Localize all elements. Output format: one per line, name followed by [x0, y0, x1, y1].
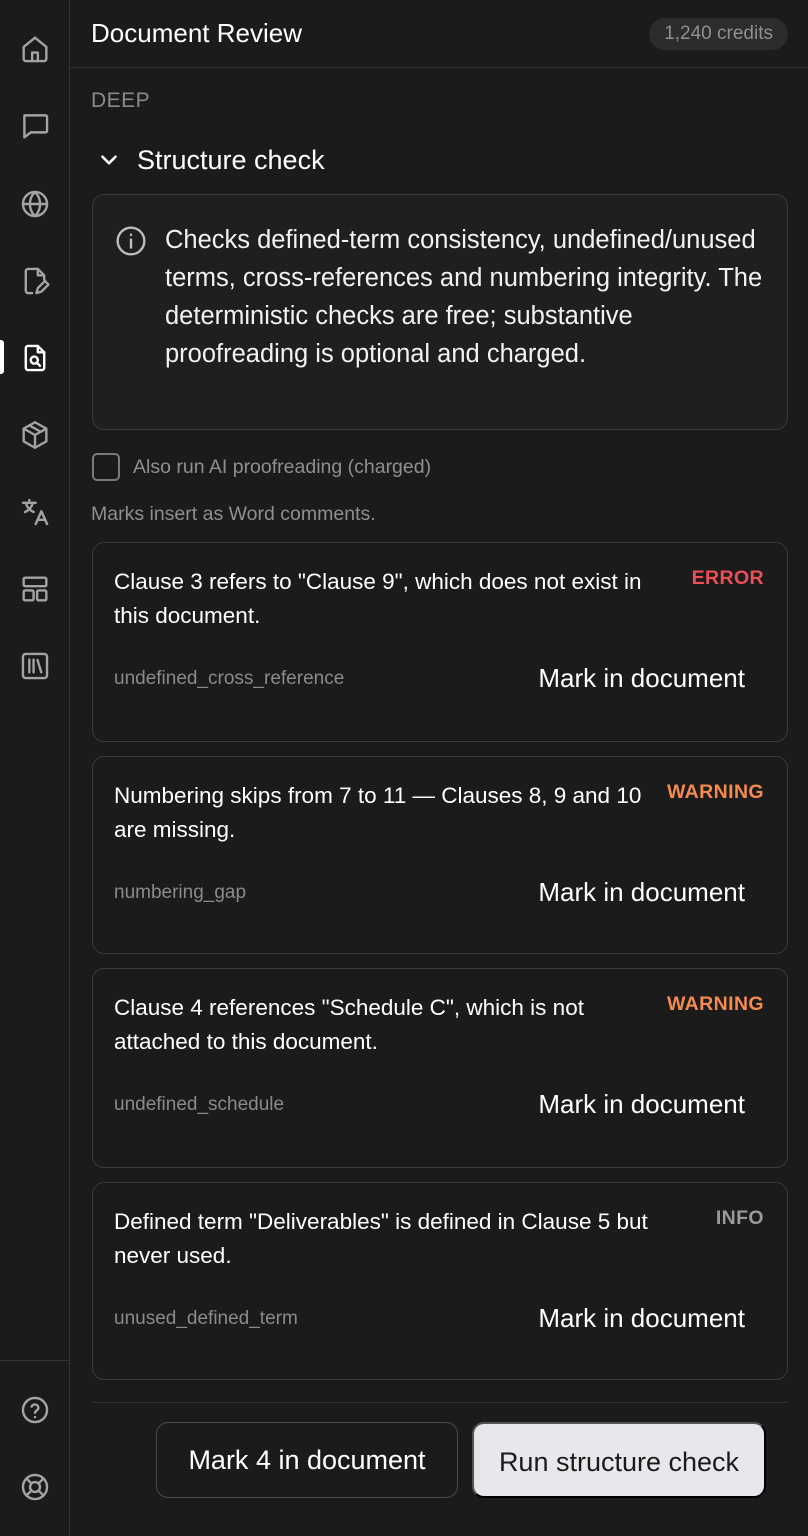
nav-home[interactable] [10, 24, 60, 74]
info-icon [115, 225, 147, 257]
finding-card: Clause 3 refers to "Clause 9", which doe… [92, 542, 788, 742]
run-structure-check-button[interactable]: Run structure check [472, 1422, 766, 1498]
structure-check-toggle[interactable]: Structure check [96, 140, 325, 180]
finding-message: Clause 4 references "Schedule C", which … [114, 995, 584, 1054]
library-icon [21, 652, 49, 680]
nav-draft[interactable] [10, 256, 60, 306]
header: Document Review 1,240 credits [70, 0, 808, 68]
mark-in-document-button[interactable]: Mark in document [538, 663, 745, 694]
chat-icon [23, 114, 49, 139]
ai-proofreading-option[interactable]: Also run AI proofreading (charged) [92, 451, 431, 483]
finding-message: Clause 3 refers to "Clause 9", which doe… [114, 569, 642, 628]
finding-message: Defined term "Deliverables" is defined i… [114, 1209, 648, 1268]
finding-code: numbering_gap [114, 882, 247, 903]
active-indicator [0, 340, 4, 374]
layout-icon [22, 576, 48, 602]
finding-code: undefined_cross_reference [114, 668, 345, 689]
section-title: Structure check [137, 144, 325, 175]
mark-in-document-button[interactable]: Mark in document [538, 1089, 745, 1120]
finding-card: Clause 4 references "Schedule C", which … [92, 968, 788, 1168]
chevron-down-icon [101, 155, 117, 165]
document-search-icon [24, 344, 46, 372]
document-edit-icon [24, 267, 50, 295]
severity-badge: WARNING [666, 781, 764, 803]
support-icon [21, 1473, 49, 1501]
finding-card: Defined term "Deliverables" is defined i… [92, 1182, 788, 1380]
marks-note: Marks insert as Word comments. [91, 503, 376, 525]
finding-message: Numbering skips from 7 to 11 — Clauses 8… [114, 783, 642, 842]
severity-badge: WARNING [666, 993, 764, 1015]
main-panel: Document Review 1,240 credits DEEP Struc… [70, 0, 808, 1536]
nav-web[interactable] [10, 179, 60, 229]
severity-badge: ERROR [691, 567, 764, 589]
mark-in-document-button[interactable]: Mark in document [538, 877, 745, 908]
checkbox-label: Also run AI proofreading (charged) [133, 455, 432, 478]
page-title: Document Review [91, 18, 302, 48]
translate-icon [21, 498, 49, 526]
info-box: Checks defined-term consistency, undefin… [92, 194, 788, 430]
nav-support[interactable] [10, 1462, 60, 1512]
nav-help[interactable] [10, 1385, 60, 1435]
nav-library[interactable] [10, 641, 60, 691]
cube-icon [22, 421, 48, 449]
section-label: DEEP [91, 89, 151, 112]
finding-code: unused_defined_term [114, 1308, 298, 1329]
nav-package[interactable] [10, 410, 60, 460]
finding-code: undefined_schedule [114, 1094, 285, 1115]
mark-in-document-button[interactable]: Mark in document [538, 1303, 745, 1334]
info-text: Checks defined-term consistency, undefin… [165, 226, 763, 368]
footer-divider [92, 1402, 788, 1403]
finding-card: Numbering skips from 7 to 11 — Clauses 8… [92, 756, 788, 954]
nav-review[interactable] [10, 333, 60, 383]
mark-all-button[interactable]: Mark 4 in document [156, 1422, 458, 1498]
ai-proofreading-checkbox[interactable] [92, 453, 120, 481]
globe-icon [21, 190, 49, 218]
sidebar-divider [0, 1360, 70, 1361]
severity-badge: INFO [715, 1207, 764, 1229]
help-icon [21, 1396, 49, 1424]
nav-templates[interactable] [10, 564, 60, 614]
sidebar [0, 0, 70, 1536]
nav-chat[interactable] [10, 101, 60, 151]
nav-translate[interactable] [10, 487, 60, 537]
credits-badge: 1,240 credits [649, 18, 788, 50]
home-icon [22, 36, 48, 63]
